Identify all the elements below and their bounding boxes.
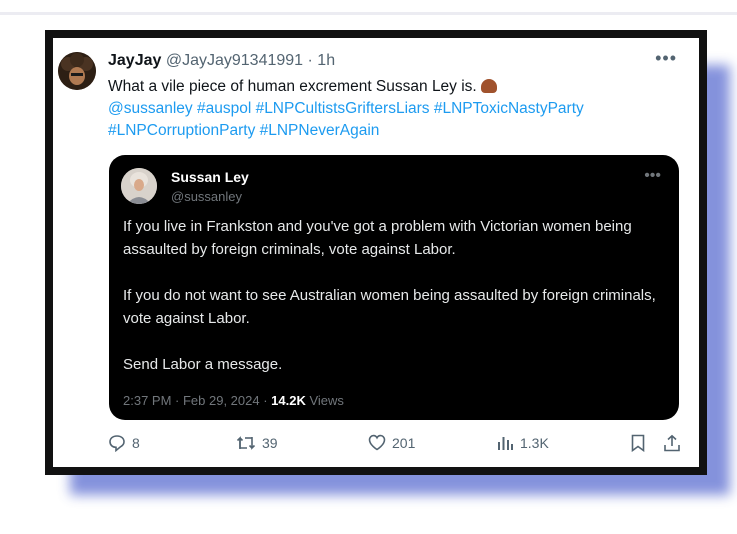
display-name[interactable]: JayJay [108, 52, 161, 69]
reply-button[interactable]: 8 [108, 434, 140, 452]
tweet-header: JayJay @JayJay91341991 · 1h [108, 52, 335, 70]
quoted-avatar[interactable] [121, 168, 157, 204]
heart-icon [368, 434, 386, 451]
tweet-text: What a vile piece of human excrement Sus… [108, 76, 678, 142]
quoted-paragraph: Send Labor a message. [123, 356, 283, 373]
analytics-icon [496, 434, 514, 452]
tweet-body: What a vile piece of human excrement Sus… [108, 78, 477, 95]
retweet-button[interactable]: 39 [236, 434, 278, 452]
quoted-views-count: 14.2K [271, 393, 306, 408]
reply-count: 8 [132, 435, 140, 451]
quoted-text: If you live in Frankston and you've got … [123, 215, 668, 399]
share-button[interactable] [663, 434, 681, 452]
quoted-tweet[interactable]: Sussan Ley @sussanley ••• If you live in… [109, 155, 679, 420]
more-options-icon[interactable]: ••• [655, 48, 677, 69]
top-divider [0, 12, 737, 15]
quoted-paragraph: If you do not want to see Australian wom… [123, 287, 656, 327]
views-button[interactable]: 1.3K [496, 434, 549, 452]
tweet-time[interactable]: · 1h [308, 52, 336, 69]
retweet-icon [236, 434, 256, 452]
quoted-timestamp-row: 2:37 PM · Feb 29, 2024 · 14.2K Views [123, 393, 344, 408]
quoted-paragraph: If you live in Frankston and you've got … [123, 218, 632, 258]
user-handle[interactable]: @JayJay91341991 [166, 52, 303, 69]
quoted-handle[interactable]: @sussanley [171, 189, 242, 204]
pile-of-poo-icon [480, 79, 497, 93]
quoted-views-label: Views [305, 393, 344, 408]
quoted-more-options-icon[interactable]: ••• [644, 167, 661, 185]
like-count: 201 [392, 434, 416, 451]
avatar[interactable] [58, 52, 96, 90]
action-bar: 8 39 201 1.3K [108, 434, 698, 456]
reply-icon [108, 434, 126, 452]
like-button[interactable]: 201 [368, 434, 415, 451]
share-icon [663, 434, 681, 452]
quoted-display-name[interactable]: Sussan Ley [171, 169, 249, 185]
bookmark-button[interactable] [630, 434, 646, 452]
hashtags-line-2[interactable]: #LNPCorruptionParty #LNPNeverAgain [108, 122, 379, 139]
quoted-timestamp[interactable]: 2:37 PM · Feb 29, 2024 · [123, 393, 271, 408]
hashtags-line-1[interactable]: @sussanley #auspol #LNPCultistsGriftersL… [108, 100, 584, 117]
tweet-card[interactable]: JayJay @JayJay91341991 · 1h ••• What a v… [53, 38, 699, 467]
retweet-count: 39 [262, 435, 278, 451]
views-count: 1.3K [520, 435, 549, 451]
bookmark-icon [630, 434, 646, 452]
